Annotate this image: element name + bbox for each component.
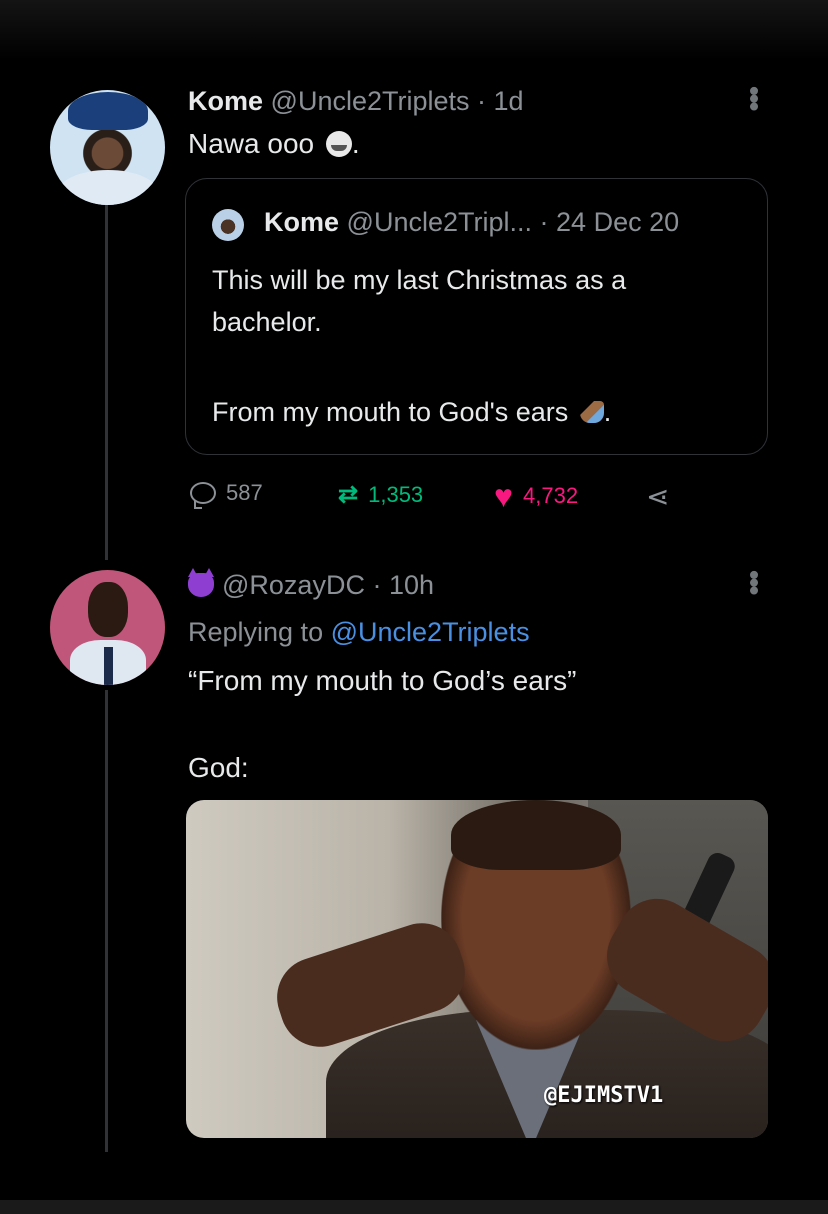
avatar-head bbox=[88, 582, 128, 637]
praying-hands-icon bbox=[579, 401, 604, 423]
watermark: @EJIMSTV1 bbox=[544, 1083, 664, 1108]
more-options-icon[interactable]: ••• bbox=[738, 86, 770, 109]
tweet2-god-line: God: bbox=[188, 752, 249, 783]
tweet1-time[interactable]: 1d bbox=[494, 86, 524, 116]
laughing-emoji-icon bbox=[325, 131, 352, 157]
smiling-devil-icon bbox=[188, 568, 214, 597]
quote-name: Kome bbox=[264, 207, 340, 237]
avatar-kome[interactable] bbox=[50, 90, 165, 205]
tweet1-text: Nawa ooo . bbox=[188, 128, 360, 160]
tweet2-time[interactable]: 10h bbox=[389, 570, 434, 600]
retweet-icon: ⇄ bbox=[338, 481, 359, 508]
quote-line-1: This will be my last Christmas as a bbox=[212, 265, 627, 295]
avatar-hat bbox=[68, 92, 148, 130]
reply-count: 587 bbox=[226, 480, 263, 505]
retweet-action[interactable]: ⇄ 1,353 bbox=[338, 480, 423, 509]
thread-line bbox=[105, 205, 108, 560]
avatar-rozaydc[interactable] bbox=[50, 570, 165, 685]
quote-header: Kome @Uncle2Tripl... · 24 Dec 20 bbox=[264, 207, 679, 238]
share-action[interactable]: ⋖ bbox=[646, 480, 669, 513]
tweet2-handle[interactable]: @RozayDC bbox=[222, 570, 365, 600]
tweet1-period: . bbox=[351, 128, 360, 159]
avatar-tie bbox=[104, 647, 113, 685]
quote-line-3-text: From my mouth to God's ears bbox=[212, 397, 569, 427]
tweet2-separator: · bbox=[372, 570, 382, 600]
tweet1-body: Nawa ooo bbox=[188, 128, 315, 159]
tweet2-media[interactable] bbox=[186, 800, 768, 1138]
quote-date: 24 Dec 20 bbox=[556, 207, 680, 237]
reply-action[interactable]: 587 bbox=[190, 480, 263, 509]
reply-icon bbox=[190, 482, 216, 509]
tweet1-header: Kome @Uncle2Triplets · 1d bbox=[188, 86, 524, 117]
retweet-count: 1,353 bbox=[368, 481, 424, 507]
quote-handle: @Uncle2Tripl... bbox=[346, 207, 532, 237]
tweet2-header: @RozayDC · 10h bbox=[188, 568, 434, 601]
quote-avatar bbox=[212, 209, 244, 241]
tweet1-name[interactable]: Kome bbox=[188, 86, 263, 116]
quote-separator: · bbox=[539, 207, 549, 237]
replying-to-link[interactable]: @Uncle2Triplets bbox=[331, 617, 530, 647]
tweet2-quote-line: “From my mouth to God’s ears” bbox=[188, 665, 577, 696]
replying-to: Replying to @Uncle2Triplets bbox=[188, 617, 530, 648]
tweet1-separator: · bbox=[477, 86, 487, 116]
quote-line-3: From my mouth to God's ears . bbox=[212, 397, 611, 428]
avatar-body bbox=[58, 170, 158, 205]
thread-line-lower bbox=[105, 690, 108, 1152]
top-shade bbox=[0, 0, 828, 60]
quote-line-2: bachelor. bbox=[212, 307, 322, 337]
tweet1-handle[interactable]: @Uncle2Triplets bbox=[271, 86, 470, 116]
like-action[interactable]: ♥ 4,732 bbox=[494, 480, 578, 512]
heart-icon: ♥ bbox=[494, 478, 513, 514]
bottom-bar bbox=[0, 1200, 828, 1214]
quoted-tweet-card[interactable]: Kome @Uncle2Tripl... · 24 Dec 20 This wi… bbox=[185, 178, 768, 455]
share-icon: ⋖ bbox=[646, 481, 670, 512]
like-count: 4,732 bbox=[523, 483, 579, 508]
quote-line-3-period: . bbox=[603, 397, 612, 427]
replying-to-label: Replying to bbox=[188, 617, 324, 647]
media-hair bbox=[451, 800, 621, 870]
more-options-icon-2[interactable]: ••• bbox=[738, 570, 770, 593]
